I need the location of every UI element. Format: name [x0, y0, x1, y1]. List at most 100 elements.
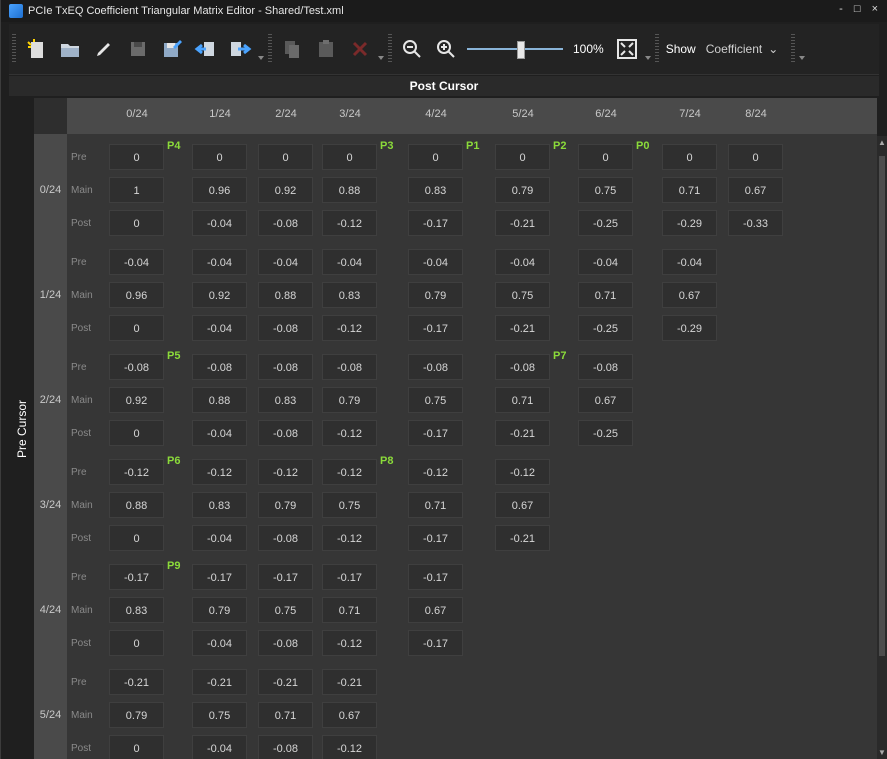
edit-pencil-icon[interactable]: [91, 36, 117, 62]
coefficient-cell[interactable]: 0.92: [109, 387, 164, 413]
coefficient-cell[interactable]: -0.04: [408, 249, 463, 275]
coefficient-cell[interactable]: 0: [408, 144, 463, 170]
coefficient-cell[interactable]: -0.21: [109, 669, 164, 695]
coefficient-cell[interactable]: -0.25: [578, 420, 633, 446]
coefficient-cell[interactable]: -0.17: [258, 564, 313, 590]
coefficient-cell[interactable]: -0.08: [495, 354, 550, 380]
coefficient-cell[interactable]: 0.79: [322, 387, 377, 413]
coefficient-cell[interactable]: -0.04: [192, 315, 247, 341]
coefficient-cell[interactable]: -0.08: [258, 420, 313, 446]
coefficient-cell[interactable]: -0.04: [192, 630, 247, 656]
coefficient-cell[interactable]: 0.83: [322, 282, 377, 308]
coefficient-cell[interactable]: 0: [109, 315, 164, 341]
coefficient-cell[interactable]: 0.67: [495, 492, 550, 518]
coefficient-cell[interactable]: 0.79: [109, 702, 164, 728]
coefficient-cell[interactable]: 0.92: [192, 282, 247, 308]
show-dropdown[interactable]: Coefficient ⌄: [706, 42, 779, 56]
coefficient-cell[interactable]: -0.17: [408, 315, 463, 341]
coefficient-cell[interactable]: -0.04: [322, 249, 377, 275]
coefficient-cell[interactable]: 0.71: [662, 177, 717, 203]
coefficient-cell[interactable]: 0.88: [192, 387, 247, 413]
coefficient-cell[interactable]: 0.71: [578, 282, 633, 308]
coefficient-cell[interactable]: -0.25: [578, 210, 633, 236]
open-folder-icon[interactable]: [57, 36, 83, 62]
coefficient-cell[interactable]: 1: [109, 177, 164, 203]
coefficient-cell[interactable]: -0.08: [258, 354, 313, 380]
coefficient-cell[interactable]: -0.04: [578, 249, 633, 275]
coefficient-cell[interactable]: 0.67: [322, 702, 377, 728]
coefficient-cell[interactable]: -0.04: [258, 249, 313, 275]
coefficient-cell[interactable]: -0.04: [495, 249, 550, 275]
coefficient-cell[interactable]: -0.17: [109, 564, 164, 590]
coefficient-cell[interactable]: -0.17: [408, 420, 463, 446]
coefficient-cell[interactable]: -0.12: [192, 459, 247, 485]
coefficient-cell[interactable]: 0.96: [109, 282, 164, 308]
coefficient-cell[interactable]: -0.04: [109, 249, 164, 275]
coefficient-cell[interactable]: 0.67: [578, 387, 633, 413]
save-as-icon[interactable]: [159, 36, 185, 62]
coefficient-cell[interactable]: -0.21: [495, 315, 550, 341]
coefficient-cell[interactable]: 0.83: [192, 492, 247, 518]
toolbar-grip[interactable]: [268, 34, 272, 64]
coefficient-cell[interactable]: -0.21: [495, 525, 550, 551]
coefficient-cell[interactable]: -0.04: [192, 420, 247, 446]
toolbar-overflow[interactable]: [644, 32, 652, 66]
coefficient-cell[interactable]: -0.04: [192, 735, 247, 759]
coefficient-cell[interactable]: -0.17: [408, 630, 463, 656]
toolbar-overflow[interactable]: [377, 32, 385, 66]
toolbar-overflow[interactable]: [257, 32, 265, 66]
coefficient-cell[interactable]: -0.17: [192, 564, 247, 590]
coefficient-cell[interactable]: -0.29: [662, 315, 717, 341]
coefficient-cell[interactable]: 0.83: [109, 597, 164, 623]
coefficient-cell[interactable]: -0.04: [192, 525, 247, 551]
coefficient-cell[interactable]: 0.79: [408, 282, 463, 308]
paste-icon[interactable]: [313, 36, 339, 62]
coefficient-cell[interactable]: 0: [322, 144, 377, 170]
coefficient-cell[interactable]: -0.12: [408, 459, 463, 485]
coefficient-cell[interactable]: 0.75: [578, 177, 633, 203]
coefficient-cell[interactable]: 0: [109, 630, 164, 656]
coefficient-cell[interactable]: 0.75: [408, 387, 463, 413]
scroll-down-icon[interactable]: ▼: [878, 748, 886, 757]
coefficient-cell[interactable]: 0.75: [258, 597, 313, 623]
new-icon[interactable]: [23, 36, 49, 62]
coefficient-cell[interactable]: -0.12: [322, 420, 377, 446]
export-icon[interactable]: [227, 36, 253, 62]
scroll-up-icon[interactable]: ▲: [878, 138, 886, 147]
coefficient-cell[interactable]: -0.12: [322, 210, 377, 236]
coefficient-cell[interactable]: -0.21: [495, 210, 550, 236]
fit-icon[interactable]: [614, 36, 640, 62]
coefficient-cell[interactable]: 0.88: [322, 177, 377, 203]
coefficient-cell[interactable]: -0.04: [192, 249, 247, 275]
coefficient-cell[interactable]: 0: [258, 144, 313, 170]
delete-icon[interactable]: [347, 36, 373, 62]
coefficient-cell[interactable]: 0.75: [495, 282, 550, 308]
coefficient-cell[interactable]: -0.12: [322, 459, 377, 485]
coefficient-cell[interactable]: -0.33: [728, 210, 783, 236]
zoom-out-icon[interactable]: [399, 36, 425, 62]
vertical-scrollbar[interactable]: ▲ ▼: [877, 136, 887, 759]
coefficient-cell[interactable]: 0.83: [258, 387, 313, 413]
window-controls[interactable]: - □ ×: [839, 3, 882, 15]
coefficient-cell[interactable]: 0: [109, 525, 164, 551]
coefficient-cell[interactable]: -0.08: [258, 315, 313, 341]
coefficient-cell[interactable]: -0.25: [578, 315, 633, 341]
coefficient-cell[interactable]: 0: [192, 144, 247, 170]
coefficient-cell[interactable]: 0.67: [408, 597, 463, 623]
coefficient-cell[interactable]: 0: [495, 144, 550, 170]
coefficient-cell[interactable]: 0: [662, 144, 717, 170]
toolbar-grip[interactable]: [12, 34, 16, 64]
coefficient-cell[interactable]: 0.71: [258, 702, 313, 728]
zoom-slider[interactable]: [467, 38, 563, 60]
coefficient-cell[interactable]: -0.08: [408, 354, 463, 380]
coefficient-cell[interactable]: -0.21: [322, 669, 377, 695]
coefficient-cell[interactable]: 0: [728, 144, 783, 170]
coefficient-cell[interactable]: 0.75: [192, 702, 247, 728]
coefficient-cell[interactable]: 0.71: [495, 387, 550, 413]
toolbar-grip[interactable]: [388, 34, 392, 64]
coefficient-cell[interactable]: 0.79: [495, 177, 550, 203]
coefficient-cell[interactable]: -0.21: [258, 669, 313, 695]
coefficient-cell[interactable]: 0.79: [258, 492, 313, 518]
zoom-in-icon[interactable]: [433, 36, 459, 62]
coefficient-cell[interactable]: -0.12: [109, 459, 164, 485]
